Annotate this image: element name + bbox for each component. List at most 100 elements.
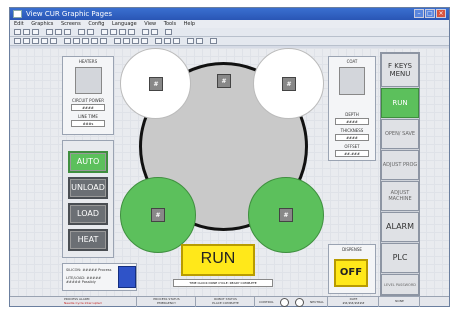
- zoom-in-icon[interactable]: [78, 29, 85, 35]
- mode-panel: AUTO UNLOAD LOAD HEAT: [62, 140, 114, 258]
- menu-edit[interactable]: Edit: [14, 21, 24, 27]
- station-bottom-left-marker: #: [151, 208, 165, 222]
- neutral-radio[interactable]: [294, 297, 304, 307]
- run-button[interactable]: RUN: [181, 244, 255, 276]
- align-icon[interactable]: [151, 29, 158, 35]
- line-time-label: LINE TIME: [78, 114, 98, 119]
- message-tool-icon[interactable]: [91, 38, 98, 44]
- fkeys-menu-header: F KEYS MENU: [381, 53, 419, 87]
- cycle-status: TIME CLOCK DONE CYCLE: READY COMPLETE: [173, 279, 273, 287]
- auto-button[interactable]: AUTO: [68, 151, 108, 173]
- thickness-value: ####: [335, 134, 369, 141]
- color-fill-icon[interactable]: [187, 38, 194, 44]
- menu-config[interactable]: Config: [88, 21, 104, 27]
- station-bottom-right-marker: #: [279, 208, 293, 222]
- coat-panel: COAT DEPTH #### THICKNESS #### OFFSET ##…: [328, 56, 376, 161]
- menu-view[interactable]: View: [144, 21, 156, 27]
- fkey-plc-button[interactable]: PLC: [381, 243, 419, 273]
- menu-language[interactable]: Language: [112, 21, 137, 27]
- station-top-left[interactable]: #: [120, 48, 191, 119]
- ellipse-icon[interactable]: [32, 38, 39, 44]
- station-bottom-left[interactable]: #: [120, 177, 196, 253]
- align-center-icon[interactable]: [164, 38, 171, 44]
- next-page-icon[interactable]: [119, 29, 126, 35]
- last-page-icon[interactable]: [128, 29, 135, 35]
- color-line-icon[interactable]: [196, 38, 203, 44]
- maximize-button[interactable]: □: [425, 9, 435, 18]
- graphic-canvas[interactable]: HEATERS CIRCUIT POWER #### LINE TIME ###…: [10, 48, 449, 307]
- cut-icon[interactable]: [46, 29, 53, 35]
- fkey-alarm-button[interactable]: ALARM: [381, 212, 419, 242]
- menu-tools[interactable]: Tools: [164, 21, 176, 27]
- depth-value: ####: [335, 118, 369, 125]
- fkey-adjust-prog-button[interactable]: ADJUST PROG: [381, 150, 419, 180]
- load-button[interactable]: LOAD: [68, 203, 108, 225]
- numeric-tool-icon[interactable]: [82, 38, 89, 44]
- new-icon[interactable]: [14, 29, 21, 35]
- status-line-1: SILICON: ##### Process: [66, 268, 112, 272]
- process-status-value: EMERGENCY: [157, 301, 176, 305]
- grid-icon[interactable]: [142, 29, 149, 35]
- align-right-icon[interactable]: [173, 38, 180, 44]
- app-window: View CUR Graphic Pages – □ × Edit Graphi…: [9, 7, 450, 307]
- text-icon[interactable]: [50, 38, 57, 44]
- heaters-panel: HEATERS CIRCUIT POWER #### LINE TIME ###…: [62, 56, 114, 135]
- dispense-panel: DISPENSE OFF: [328, 244, 376, 294]
- fkey-adjust-machine-button[interactable]: ADJUST MACHINE: [381, 181, 419, 211]
- heat-button[interactable]: HEAT: [68, 229, 108, 251]
- process-alarm-value: Needle Cycle Interrupted: [64, 301, 102, 305]
- line-icon[interactable]: [41, 38, 48, 44]
- control-label: CONTROL: [259, 300, 274, 304]
- heater-indicator: [75, 67, 102, 94]
- station-top-left-marker: #: [149, 77, 163, 91]
- paste-icon[interactable]: [64, 29, 71, 35]
- send-back-icon[interactable]: [123, 38, 130, 44]
- prev-page-icon[interactable]: [110, 29, 117, 35]
- first-page-icon[interactable]: [101, 29, 108, 35]
- dispense-label: DISPENSE: [342, 247, 362, 252]
- robot-status-cell: ROBOT STATUS PLACE COMPLETE: [197, 297, 255, 307]
- fkey-level-password-button[interactable]: LEVEL PASSWORD: [381, 274, 419, 295]
- close-button[interactable]: ×: [436, 9, 446, 18]
- process-alarm-cell: PROCESS ALARM Needle Cycle Interrupted: [62, 297, 137, 307]
- station-top-right[interactable]: #: [253, 48, 324, 119]
- dispense-off-button[interactable]: OFF: [334, 259, 368, 287]
- circuit-power-label: CIRCUIT POWER: [72, 98, 104, 103]
- process-status-cell: PROCESS STATUS EMERGENCY: [138, 297, 196, 307]
- offset-value: ##.###: [335, 150, 369, 157]
- rectangle-icon[interactable]: [23, 38, 30, 44]
- menu-screens[interactable]: Screens: [61, 21, 81, 27]
- neutral-label: NEUTRAL: [310, 300, 324, 304]
- run-mode-icon[interactable]: [165, 29, 172, 35]
- circuit-power-value: ####: [71, 104, 105, 111]
- station-bottom-right[interactable]: #: [248, 177, 324, 253]
- indicator-tool-icon[interactable]: [73, 38, 80, 44]
- bitmap-tool-icon[interactable]: [100, 38, 107, 44]
- fkey-open-save-button[interactable]: OPEN/ SAVE: [381, 119, 419, 149]
- select-icon[interactable]: [14, 38, 21, 44]
- extra-cell: NONE: [380, 297, 420, 307]
- app-icon: [13, 10, 22, 18]
- coat-indicator: [339, 67, 365, 95]
- minimize-button[interactable]: –: [414, 9, 424, 18]
- save-icon[interactable]: [32, 29, 39, 35]
- menu-graphics[interactable]: Graphics: [31, 21, 53, 27]
- offset-label: OFFSET: [344, 144, 360, 149]
- zoom-out-icon[interactable]: [87, 29, 94, 35]
- group-icon[interactable]: [132, 38, 139, 44]
- button-tool-icon[interactable]: [64, 38, 71, 44]
- control-radio[interactable]: [279, 297, 289, 307]
- fkey-run-button[interactable]: RUN: [381, 88, 419, 118]
- bring-front-icon[interactable]: [114, 38, 121, 44]
- ungroup-icon[interactable]: [141, 38, 148, 44]
- menu-help[interactable]: Help: [184, 21, 195, 27]
- status-indicator: [118, 266, 136, 288]
- open-icon[interactable]: [23, 29, 30, 35]
- station-top-right-marker: #: [282, 77, 296, 91]
- unload-button[interactable]: UNLOAD: [68, 177, 108, 199]
- font-icon[interactable]: [210, 38, 217, 44]
- bottom-status-bar: PROCESS ALARM Needle Cycle Interrupted P…: [10, 296, 449, 307]
- copy-icon[interactable]: [55, 29, 62, 35]
- line-time-value: ###s: [71, 120, 105, 127]
- align-left-icon[interactable]: [155, 38, 162, 44]
